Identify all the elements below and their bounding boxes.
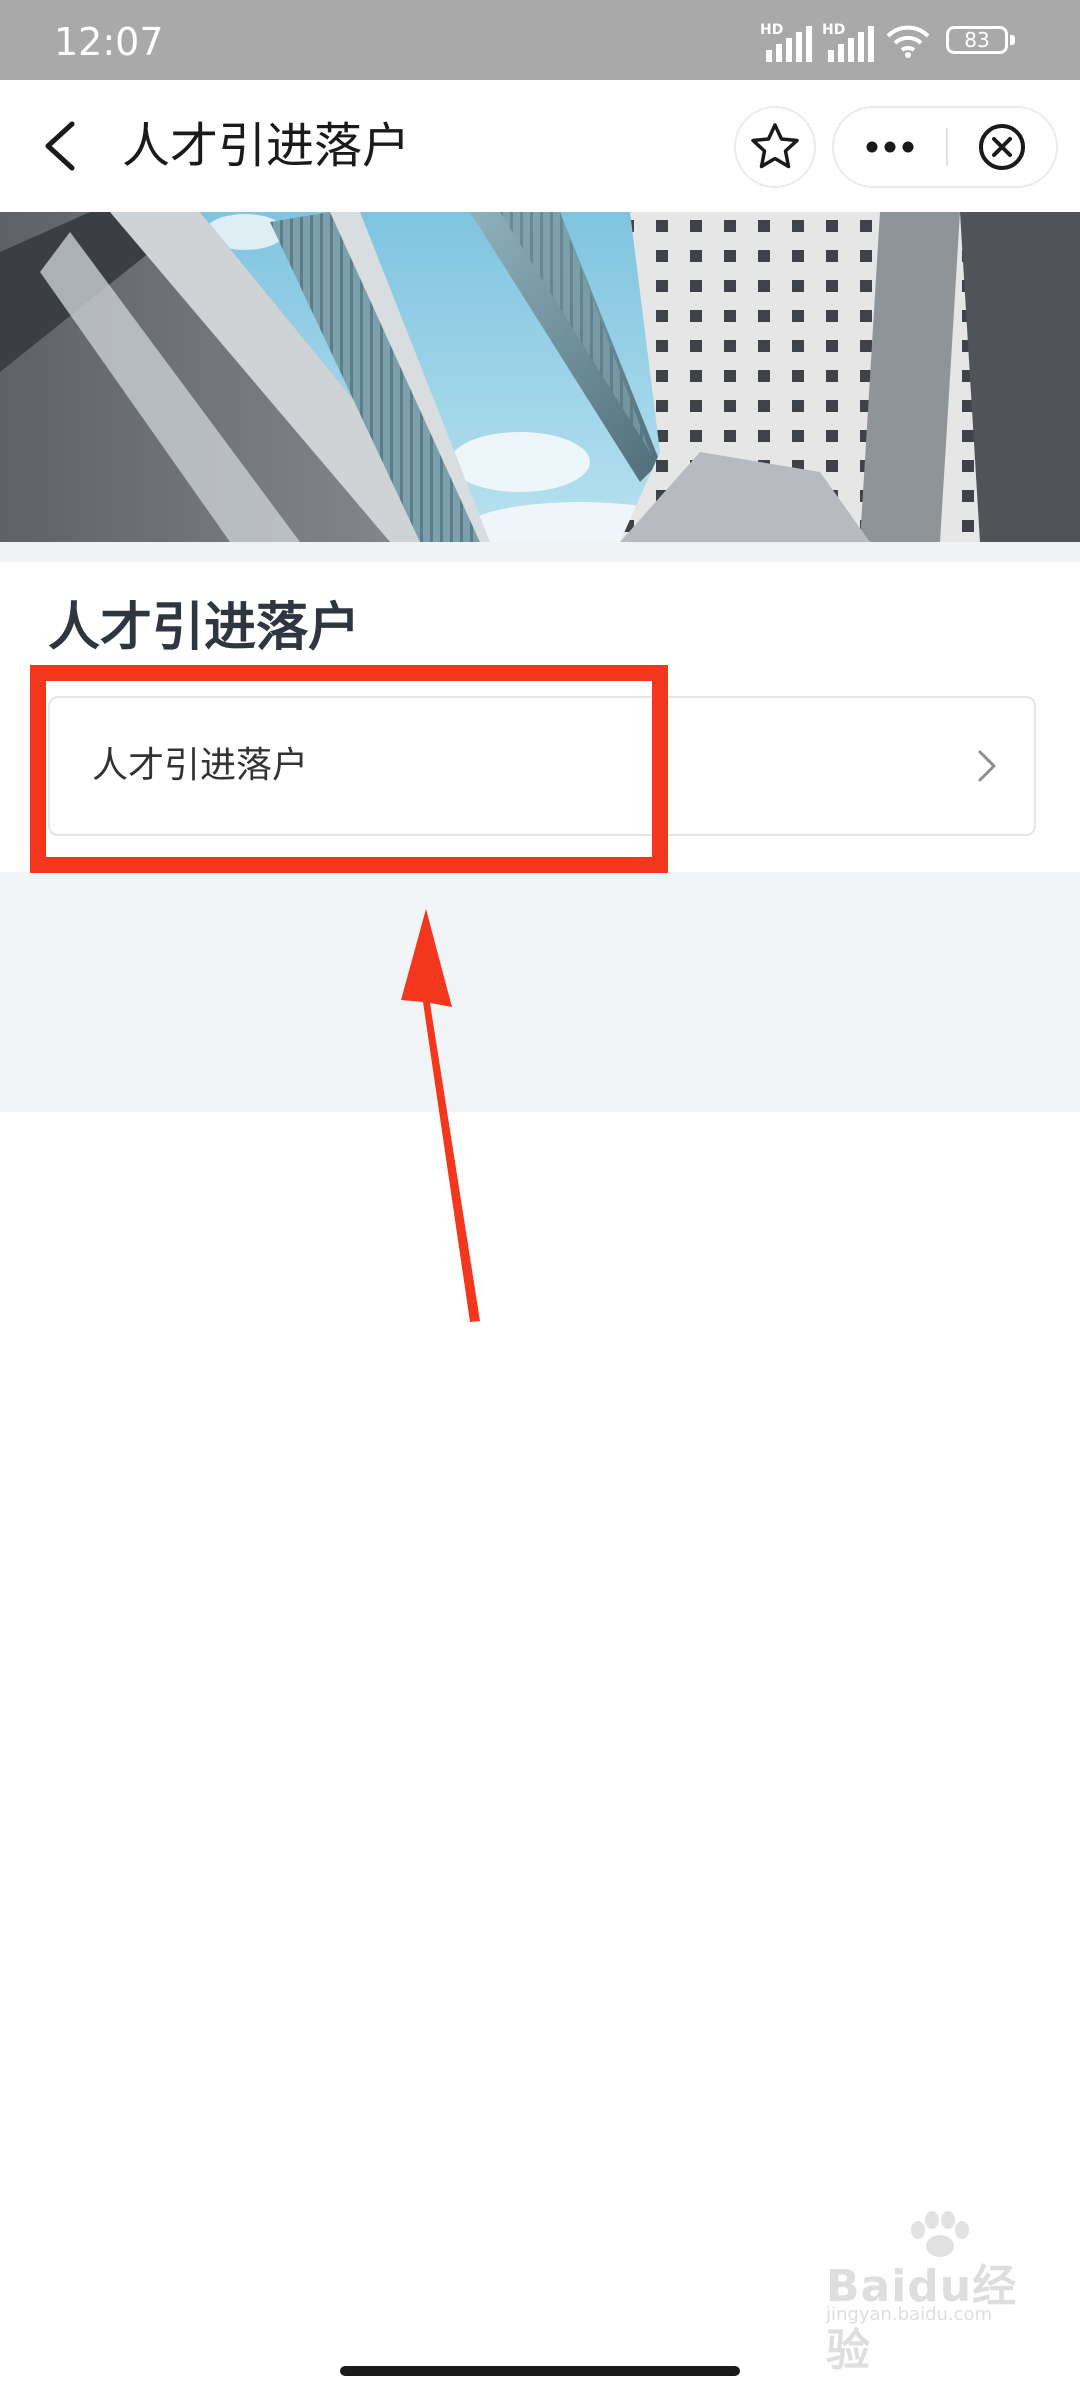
banner-divider xyxy=(0,542,1080,562)
more-button[interactable] xyxy=(834,108,946,186)
chevron-right-icon xyxy=(978,750,996,782)
status-bar: 12:07 HD HD 83 xyxy=(0,0,1080,80)
section-title: 人才引进落户 xyxy=(48,598,361,658)
red-arrow-annotation xyxy=(401,909,480,1322)
more-dots-icon xyxy=(866,141,914,153)
watermark: Baidu经验 jingyan.baidu.com xyxy=(822,2210,1042,2376)
close-circle-icon xyxy=(979,124,1025,170)
banner-image xyxy=(0,212,1080,542)
signal-icon: HD xyxy=(822,22,878,62)
mini-program-capsule xyxy=(832,106,1058,188)
status-time: 12:07 xyxy=(54,20,164,64)
hd-label: HD xyxy=(822,22,846,38)
status-icons: HD HD 83 xyxy=(760,22,1040,62)
hd-label: HD xyxy=(760,22,784,38)
page-title: 人才引进落户 xyxy=(122,118,411,174)
nav-bar: 人才引进落户 xyxy=(0,80,1080,212)
back-arrow-icon[interactable] xyxy=(40,120,80,172)
battery-tip xyxy=(1010,35,1015,45)
star-icon xyxy=(751,123,799,169)
close-button[interactable] xyxy=(948,108,1056,186)
favorite-button[interactable] xyxy=(734,106,816,188)
watermark-subtext: jingyan.baidu.com xyxy=(826,2304,993,2325)
architecture-buildings-sky-image xyxy=(0,212,1080,542)
signal-icon: HD xyxy=(760,22,816,62)
gray-background-area xyxy=(0,872,1080,1112)
battery-icon: 83 xyxy=(946,26,1008,54)
wifi-icon xyxy=(886,25,930,58)
highlight-box xyxy=(30,665,668,873)
home-indicator xyxy=(340,2366,740,2376)
